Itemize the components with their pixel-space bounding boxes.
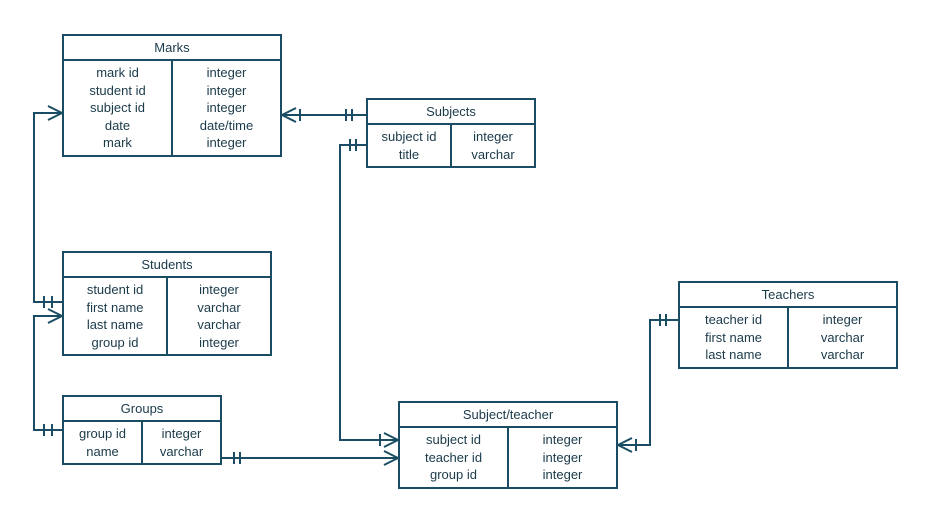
entity-students-types: integervarcharvarcharinteger [168, 278, 270, 354]
entity-subject-teacher: Subject/teacher subject idteacher idgrou… [398, 401, 618, 489]
entity-teachers-title: Teachers [680, 283, 896, 308]
entity-marks-types: integerintegerintegerdate/timeinteger [173, 61, 280, 155]
entity-students-body: student idfirst namelast namegroup id in… [64, 278, 270, 354]
entity-subject-teacher-body: subject idteacher idgroup id integerinte… [400, 428, 616, 487]
entity-teachers-types: integervarcharvarchar [789, 308, 896, 367]
entity-marks: Marks mark idstudent idsubject iddatemar… [62, 34, 282, 157]
entity-teachers: Teachers teacher idfirst namelast name i… [678, 281, 898, 369]
entity-subjects-fields: subject idtitle [368, 125, 452, 166]
entity-students-title: Students [64, 253, 270, 278]
entity-groups-title: Groups [64, 397, 220, 422]
entity-groups-types: integervarchar [143, 422, 220, 463]
entity-groups-body: group idname integervarchar [64, 422, 220, 463]
entity-marks-title: Marks [64, 36, 280, 61]
entity-subject-teacher-fields: subject idteacher idgroup id [400, 428, 509, 487]
entity-subjects-body: subject idtitle integervarchar [368, 125, 534, 166]
entity-teachers-fields: teacher idfirst namelast name [680, 308, 789, 367]
entity-marks-fields: mark idstudent idsubject iddatemark [64, 61, 173, 155]
entity-groups-fields: group idname [64, 422, 143, 463]
entity-students: Students student idfirst namelast namegr… [62, 251, 272, 356]
entity-teachers-body: teacher idfirst namelast name integervar… [680, 308, 896, 367]
entity-subject-teacher-title: Subject/teacher [400, 403, 616, 428]
entity-subjects: Subjects subject idtitle integervarchar [366, 98, 536, 168]
entity-subjects-types: integervarchar [452, 125, 534, 166]
entity-groups: Groups group idname integervarchar [62, 395, 222, 465]
entity-subjects-title: Subjects [368, 100, 534, 125]
entity-marks-body: mark idstudent idsubject iddatemark inte… [64, 61, 280, 155]
entity-students-fields: student idfirst namelast namegroup id [64, 278, 168, 354]
entity-subject-teacher-types: integerintegerinteger [509, 428, 616, 487]
